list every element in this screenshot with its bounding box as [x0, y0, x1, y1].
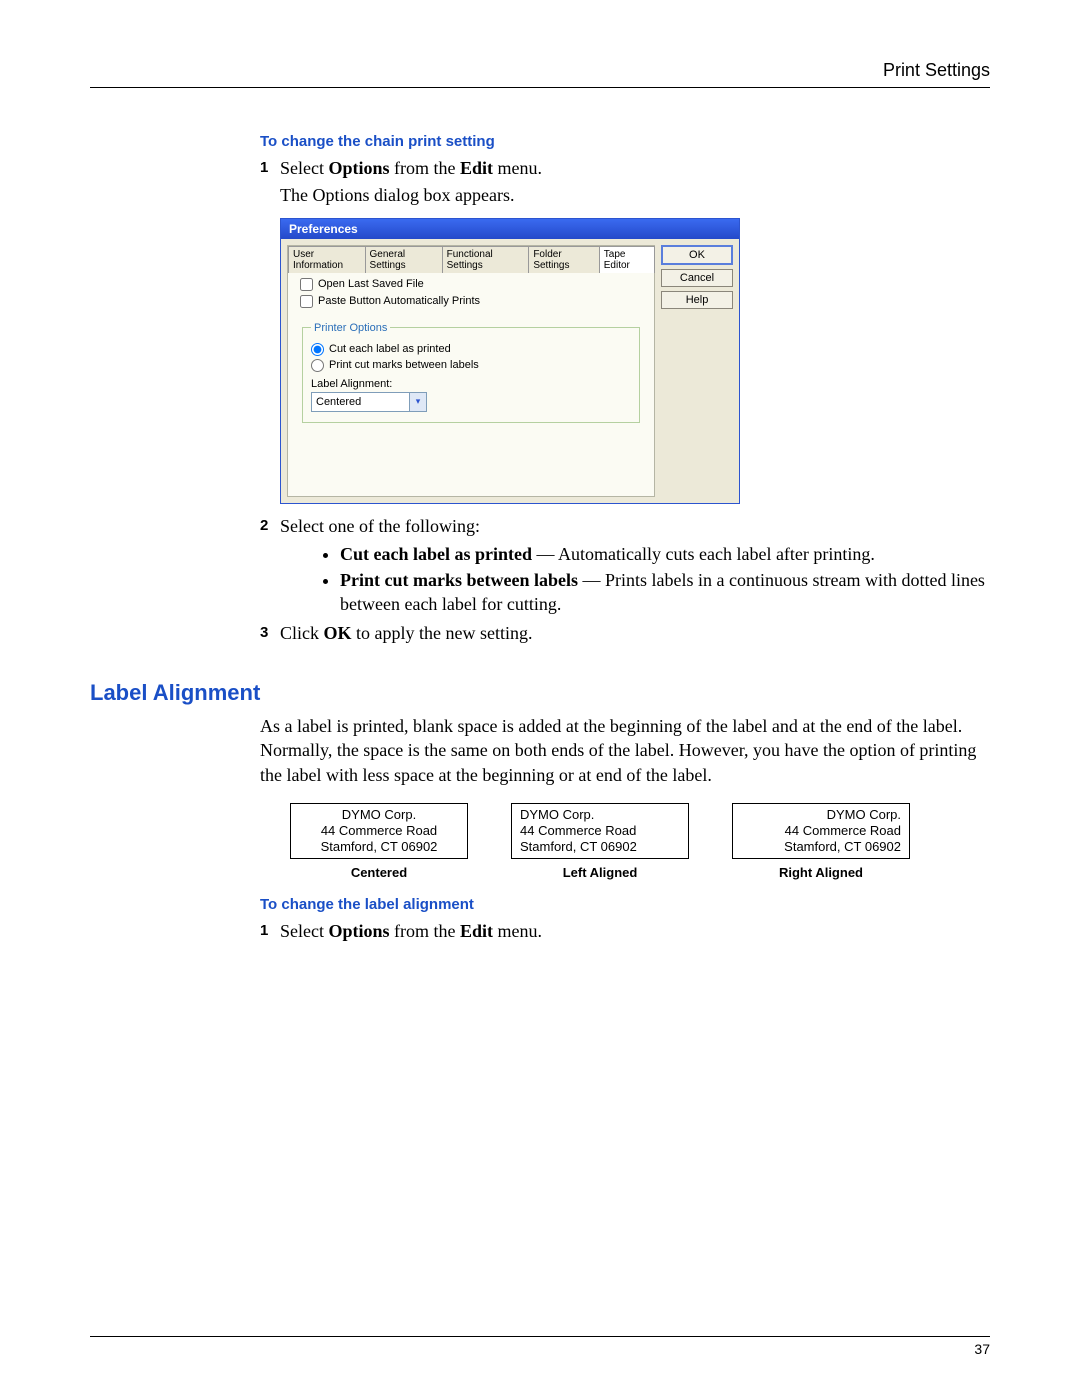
bold-options: Options	[328, 158, 389, 178]
bold: Cut each label as printed	[340, 544, 532, 564]
checkbox-input[interactable]	[300, 278, 313, 291]
step-number: 3	[260, 621, 280, 645]
sample-line: 44 Commerce Road	[321, 823, 437, 839]
preferences-dialog: Preferences User Information General Set…	[280, 218, 740, 504]
text: Select	[280, 921, 328, 941]
task-title: To change the chain print setting	[260, 133, 990, 150]
bullet-cut-marks: Print cut marks between labels — Prints …	[340, 568, 990, 617]
step-1: 1 Select Options from the Edit menu.	[260, 156, 990, 180]
tab-functional-settings[interactable]: Functional Settings	[442, 246, 530, 273]
tab-user-information[interactable]: User Information	[288, 246, 366, 273]
sample-line: DYMO Corp.	[827, 807, 901, 823]
tabstrip: User Information General Settings Functi…	[288, 245, 654, 272]
alignment-examples: DYMO Corp. 44 Commerce Road Stamford, CT…	[290, 803, 910, 880]
combo-value: Centered	[316, 396, 361, 408]
step-2: 2 Select one of the following:	[260, 514, 990, 538]
example-box: DYMO Corp. 44 Commerce Road Stamford, CT…	[511, 803, 689, 859]
dialog-button-column: OK Cancel Help	[661, 245, 733, 497]
checkbox-open-last-saved[interactable]: Open Last Saved File	[300, 278, 642, 291]
radio-input[interactable]	[311, 343, 324, 356]
tab-general-settings[interactable]: General Settings	[365, 246, 443, 273]
radio-cut-each-label[interactable]: Cut each label as printed	[311, 343, 631, 356]
text: from the	[390, 158, 460, 178]
text: menu.	[493, 921, 542, 941]
label-alignment-combo[interactable]: Centered ▾	[311, 392, 427, 412]
text: Select	[280, 158, 328, 178]
cancel-button[interactable]: Cancel	[661, 269, 733, 287]
bold-edit: Edit	[460, 158, 493, 178]
sample-line: Stamford, CT 06902	[784, 839, 901, 855]
step-2-bullets: Cut each label as printed — Automaticall…	[300, 542, 990, 617]
bold-ok: OK	[324, 623, 352, 643]
sample-line: DYMO Corp.	[520, 807, 594, 823]
text: from the	[390, 921, 460, 941]
radio-print-cut-marks[interactable]: Print cut marks between labels	[311, 359, 631, 372]
sample-line: 44 Commerce Road	[785, 823, 901, 839]
checkbox-label: Open Last Saved File	[318, 278, 424, 290]
printer-options-group: Printer Options Cut each label as printe…	[302, 322, 640, 423]
page-footer: 37	[90, 1336, 990, 1357]
step-number: 2	[260, 514, 280, 538]
dialog-titlebar: Preferences	[281, 219, 739, 239]
tab-tape-editor[interactable]: Tape Editor	[599, 246, 655, 273]
sample-line: 44 Commerce Road	[520, 823, 636, 839]
dialog-client: User Information General Settings Functi…	[281, 239, 739, 503]
text: — Automatically cuts each label after pr…	[532, 544, 875, 564]
page: Print Settings To change the chain print…	[0, 0, 1080, 1397]
header-title: Print Settings	[883, 60, 990, 80]
example-right: DYMO Corp. 44 Commerce Road Stamford, CT…	[732, 803, 910, 880]
step-text: Click OK to apply the new setting.	[280, 621, 990, 645]
step-text: Select Options from the Edit menu.	[280, 156, 990, 180]
step-number: 1	[260, 156, 280, 180]
tab-folder-settings[interactable]: Folder Settings	[528, 246, 599, 273]
sample-line: DYMO Corp.	[342, 807, 416, 823]
page-number: 37	[974, 1341, 990, 1357]
step-3: 3 Click OK to apply the new setting.	[260, 621, 990, 645]
example-caption: Centered	[290, 865, 468, 880]
example-box: DYMO Corp. 44 Commerce Road Stamford, CT…	[732, 803, 910, 859]
example-centered: DYMO Corp. 44 Commerce Road Stamford, CT…	[290, 803, 468, 880]
example-caption: Left Aligned	[511, 865, 689, 880]
section-heading-label-alignment: Label Alignment	[90, 680, 990, 706]
checkbox-input[interactable]	[300, 295, 313, 308]
sample-line: Stamford, CT 06902	[520, 839, 637, 855]
help-button[interactable]: Help	[661, 291, 733, 309]
example-caption: Right Aligned	[732, 865, 910, 880]
checkbox-label: Paste Button Automatically Prints	[318, 295, 480, 307]
chevron-down-icon[interactable]: ▾	[409, 393, 426, 411]
page-header: Print Settings	[90, 60, 990, 88]
section-paragraph: As a label is printed, blank space is ad…	[260, 714, 990, 787]
text: menu.	[493, 158, 542, 178]
tabs-pane: User Information General Settings Functi…	[287, 245, 655, 497]
bold-options: Options	[328, 921, 389, 941]
tab-body: Open Last Saved File Paste Button Automa…	[288, 264, 654, 496]
bullet-cut-each: Cut each label as printed — Automaticall…	[340, 542, 990, 566]
bold: Print cut marks between labels	[340, 570, 578, 590]
step-text: Select one of the following:	[280, 514, 990, 538]
checkbox-paste-auto-print[interactable]: Paste Button Automatically Prints	[300, 295, 642, 308]
task-change-chain-print: To change the chain print setting 1 Sele…	[260, 133, 990, 645]
radio-input[interactable]	[311, 359, 324, 372]
step-number: 1	[260, 919, 280, 943]
text: Click	[280, 623, 324, 643]
example-left: DYMO Corp. 44 Commerce Road Stamford, CT…	[511, 803, 689, 880]
text: to apply the new setting.	[352, 623, 533, 643]
alignment-step-1: 1 Select Options from the Edit menu.	[260, 919, 990, 943]
step-text: Select Options from the Edit menu.	[280, 919, 990, 943]
label-alignment-label: Label Alignment:	[311, 378, 631, 390]
sample-line: Stamford, CT 06902	[321, 839, 438, 855]
step-1-result: The Options dialog box appears.	[280, 183, 990, 207]
radio-label: Print cut marks between labels	[329, 359, 479, 371]
task-title-alignment: To change the label alignment	[260, 896, 990, 913]
example-box: DYMO Corp. 44 Commerce Road Stamford, CT…	[290, 803, 468, 859]
ok-button[interactable]: OK	[661, 245, 733, 265]
alignment-examples-block: DYMO Corp. 44 Commerce Road Stamford, CT…	[260, 803, 990, 943]
bold-edit: Edit	[460, 921, 493, 941]
radio-label: Cut each label as printed	[329, 343, 451, 355]
group-legend: Printer Options	[311, 322, 390, 334]
